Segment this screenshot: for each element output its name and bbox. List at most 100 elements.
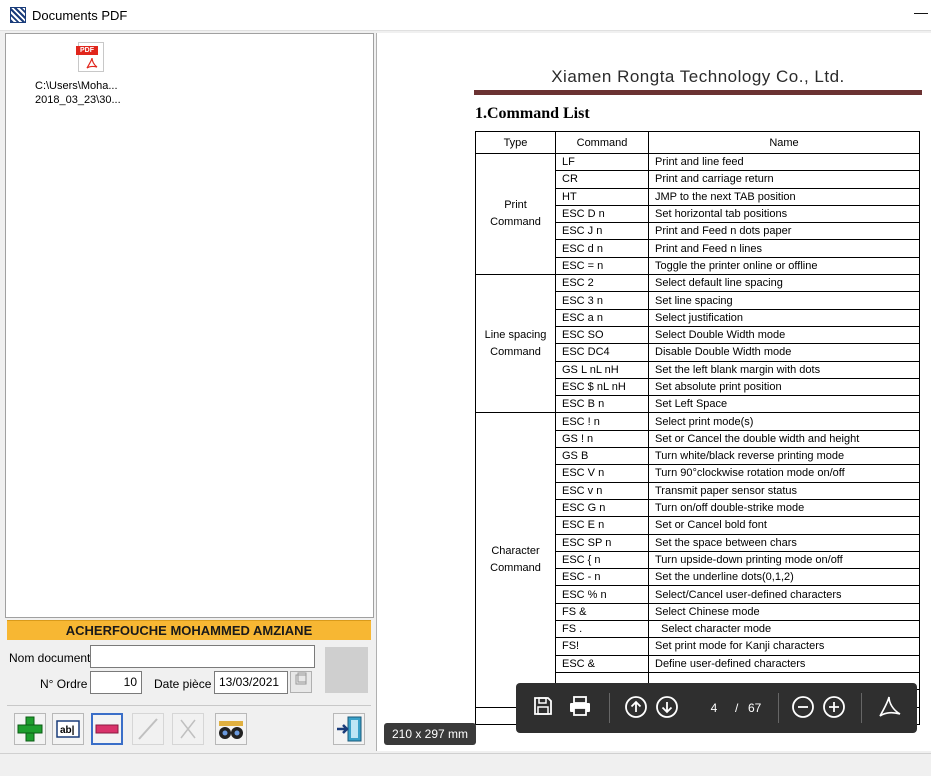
command-name-cell: Disable Double Width mode (648, 343, 920, 362)
command-code-cell: ESC G n (555, 498, 649, 518)
command-code-cell: ESC B n (555, 395, 649, 414)
command-name-cell: Toggle the printer online or offline (648, 256, 920, 276)
command-name-cell: Transmit paper sensor status (648, 481, 920, 500)
zoom-out-icon[interactable] (790, 695, 816, 721)
print-icon[interactable] (567, 695, 593, 721)
command-code-cell: ESC DC4 (555, 343, 649, 362)
date-piece-input[interactable]: 13/03/2021 (214, 671, 288, 694)
command-code-cell: ESC & (555, 654, 649, 673)
command-table: Type Command Name Print Command LF Print a… (475, 131, 920, 725)
file-list-panel[interactable]: PDF C:\Users\Moha... 2018_03_23\30... (5, 33, 374, 618)
command-name-cell: Select Double Width mode (648, 325, 920, 345)
doc-header-rule (474, 90, 922, 95)
command-code-cell: ESC ! n (555, 412, 649, 431)
command-code-cell: ESC D n (555, 204, 649, 224)
exit-button[interactable] (333, 713, 365, 745)
command-name-cell: Define user-defined characters (648, 654, 920, 673)
nom-document-input[interactable] (90, 645, 315, 668)
command-name-cell: Select/Cancel user-defined characters (648, 585, 920, 604)
search-button[interactable] (215, 713, 247, 745)
app-window: Documents PDF — PDF C:\Users\Moha... 201… (0, 0, 931, 776)
command-code-cell: ESC E n (555, 516, 649, 535)
command-code-cell: HT (555, 187, 649, 206)
calendar-picker-button[interactable] (290, 671, 312, 693)
rename-button[interactable]: ab| (52, 713, 84, 745)
pdf-viewer-toolbar: 4 / 67 (516, 683, 917, 733)
command-name-cell: Set the left blank margin with dots (648, 360, 920, 379)
ordre-label: N° Ordre : (40, 677, 95, 691)
command-type-cell: Print Command (475, 152, 556, 276)
command-code-cell: GS B (555, 447, 649, 466)
current-page-input[interactable]: 4 (700, 695, 728, 721)
app-icon (10, 7, 26, 23)
pdf-tag: PDF (76, 46, 98, 55)
command-name-cell: Set the space between chars (648, 533, 920, 552)
minus-icon (95, 724, 119, 734)
pdf-file-icon: PDF (76, 42, 104, 72)
calendar-icon (295, 672, 307, 685)
command-code-cell: ESC 2 (555, 274, 649, 293)
command-name-cell: Set line spacing (648, 291, 920, 310)
command-name-cell: Select character mode (648, 620, 920, 639)
page-separator: / (735, 701, 739, 715)
command-name-cell: Turn on/off double-strike mode (648, 498, 920, 518)
window-title: Documents PDF (32, 8, 128, 23)
ordre-input[interactable]: 10 (90, 671, 142, 694)
file-path-line1: C:\Users\Moha... (35, 80, 118, 92)
command-name-cell: Turn white/black reverse printing mode (648, 447, 920, 466)
remove-button[interactable] (91, 713, 123, 745)
command-code-cell: FS . (555, 620, 649, 639)
command-code-cell: ESC $ nL nH (555, 377, 649, 397)
viewer-toolbar-separator (861, 693, 862, 723)
command-type-cell: Line spacing Command (475, 274, 556, 414)
cut-button[interactable] (172, 713, 204, 745)
command-name-cell: Set the underline dots(0,1,2) (648, 568, 920, 587)
command-name-cell: Print and line feed (648, 152, 920, 172)
table-row: Line spacing Command ESC 2 Select default … (475, 274, 920, 414)
table-row: Print Command LF Print and line feed (475, 152, 920, 276)
command-name-cell: Turn upside-down printing mode on/off (648, 550, 920, 570)
minimize-button[interactable]: — (912, 4, 930, 24)
command-code-cell: GS L nL nH (555, 360, 649, 379)
arrow-up-icon[interactable] (623, 695, 649, 721)
person-name-banner: ACHERFOUCHE MOHAMMED AMZIANE (7, 620, 371, 640)
command-name-cell: Set Left Space (648, 395, 920, 414)
table-row: Character Command ESC ! n Select print mod… (475, 412, 920, 708)
command-name-cell: Select Chinese mode (648, 602, 920, 622)
command-type-cell: Character Command (475, 412, 556, 708)
pdf-viewer[interactable]: Xiamen Rongta Technology Co., Ltd. 1.Com… (376, 33, 931, 751)
save-icon[interactable] (530, 695, 556, 721)
command-name-cell: Print and carriage return (648, 170, 920, 189)
photo-placeholder (325, 647, 368, 693)
plus-icon (17, 716, 43, 742)
scissors-icon (180, 719, 196, 739)
command-code-cell: ESC J n (555, 222, 649, 241)
zoom-in-icon[interactable] (821, 695, 847, 721)
command-name-cell: Set print mode for Kanji characters (648, 637, 920, 656)
column-header-command: Command (555, 131, 649, 154)
total-pages: 67 (748, 701, 762, 715)
command-code-cell: FS! (555, 637, 649, 656)
page-size-tooltip: 210 x 297 mm (384, 723, 476, 745)
action-toolbar: ab| (7, 705, 371, 749)
command-code-cell: ESC v n (555, 481, 649, 500)
command-code-cell: LF (555, 152, 649, 172)
binoculars-icon (219, 721, 243, 739)
command-code-cell: ESC a n (555, 308, 649, 327)
doc-company-header: Xiamen Rongta Technology Co., Ltd. (551, 67, 845, 86)
command-name-cell: Set horizontal tab positions (648, 204, 920, 224)
command-name-cell: Set absolute print position (648, 377, 920, 397)
nom-document-label: Nom document : (9, 651, 98, 665)
text-field-icon: ab| (56, 720, 80, 738)
command-name-cell: Select print mode(s) (648, 412, 920, 431)
arrow-down-icon[interactable] (654, 695, 680, 721)
command-name-cell: Set or Cancel bold font (648, 516, 920, 535)
acrobat-icon[interactable] (877, 695, 903, 721)
command-code-cell: ESC % n (555, 585, 649, 604)
edit-button[interactable] (132, 713, 164, 745)
exit-door-icon (337, 716, 362, 742)
command-code-cell: ESC d n (555, 239, 649, 258)
add-button[interactable] (14, 713, 46, 745)
command-name-cell: Print and Feed n lines (648, 239, 920, 258)
command-code-cell: ESC { n (555, 550, 649, 570)
